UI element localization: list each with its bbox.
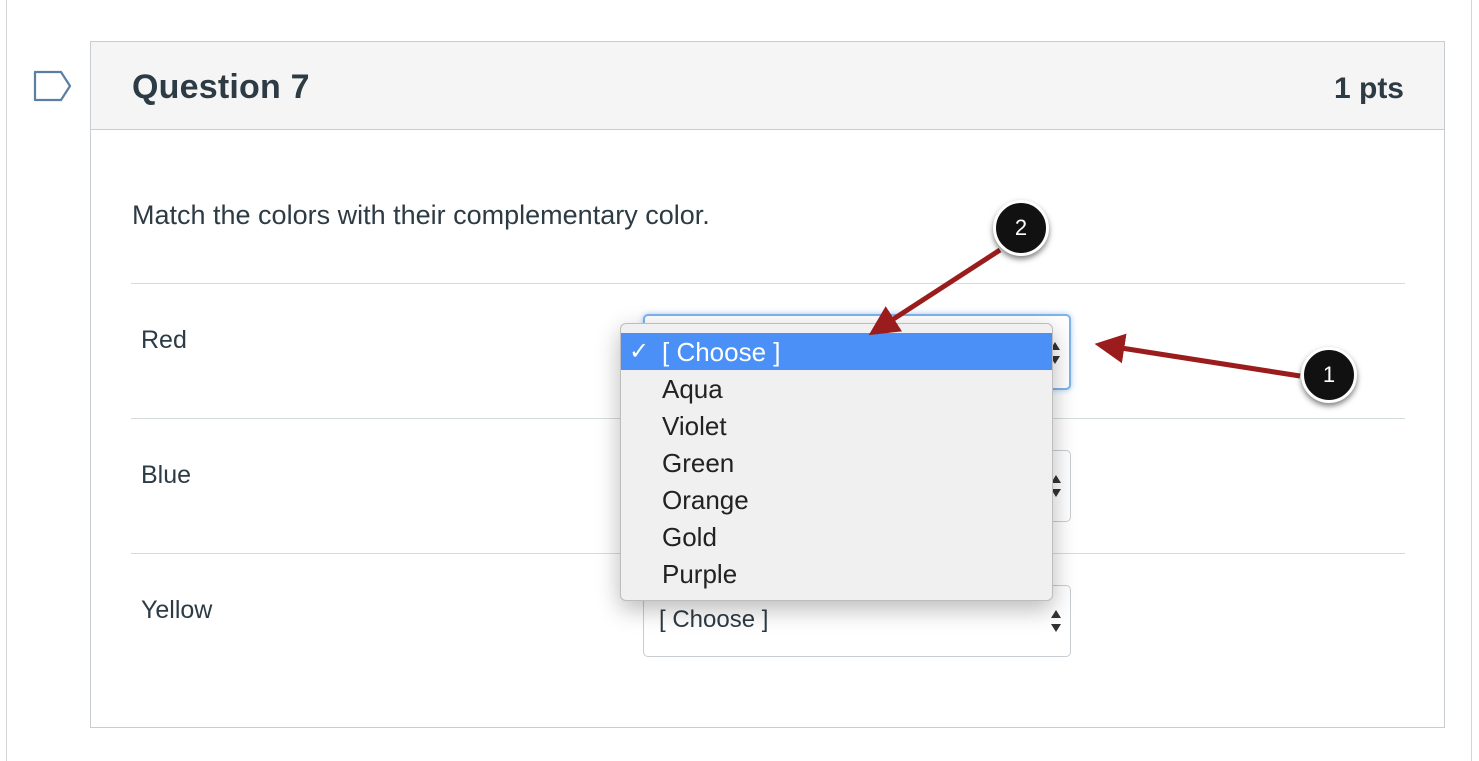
arrow-to-choose-option	[868, 247, 1002, 336]
callout-2: 2	[993, 200, 1049, 256]
arrow-to-select	[1094, 333, 1301, 379]
annotation-arrows	[868, 247, 1301, 379]
callout-1: 1	[1301, 347, 1357, 403]
